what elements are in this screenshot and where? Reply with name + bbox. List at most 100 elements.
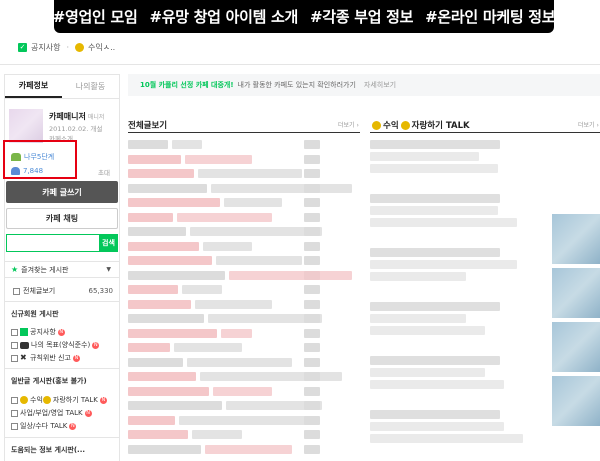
- blurred-text: [370, 164, 498, 173]
- post-row[interactable]: [128, 198, 320, 208]
- board-item-goal[interactable]: 나의 목표(양식준수) N: [11, 340, 100, 350]
- notice-more-link[interactable]: 자세히보기: [364, 80, 396, 90]
- post-row[interactable]: [128, 430, 320, 440]
- post-preview-line[interactable]: [370, 206, 498, 215]
- post-row[interactable]: [128, 401, 322, 411]
- blurred-title: [128, 372, 196, 381]
- manager-name[interactable]: 카페매니저 매니저: [49, 111, 104, 122]
- post-row[interactable]: [128, 241, 320, 252]
- post-row[interactable]: [128, 415, 320, 426]
- coin-icon: [20, 396, 28, 404]
- post-preview-line[interactable]: [370, 410, 500, 419]
- blurred-date: [304, 444, 320, 454]
- notice-bar[interactable]: 10월 카플리 선정 카페 대중개! 내가 활동한 카페도 있는지 확인하러가기…: [128, 74, 600, 96]
- post-row[interactable]: [128, 343, 320, 353]
- post-row[interactable]: [128, 285, 320, 295]
- divider: [5, 437, 119, 438]
- chevron-down-icon: ▼: [106, 266, 111, 273]
- post-thumbnail[interactable]: [552, 322, 600, 372]
- all-posts-link[interactable]: 전체글보기 65,330: [13, 286, 113, 296]
- blurred-title: [128, 169, 194, 178]
- blurred-text: [370, 260, 517, 269]
- cafe-since: 2011.02.02. 개설: [49, 125, 103, 133]
- cafe-chat-button[interactable]: 카페 채팅: [6, 208, 118, 229]
- search-button[interactable]: 검색: [99, 234, 118, 252]
- post-preview-line[interactable]: [370, 434, 523, 443]
- banner-tag[interactable]: #영업인 모임: [53, 6, 138, 27]
- post-preview-line[interactable]: [370, 422, 504, 431]
- board-icon: [11, 409, 18, 417]
- post-preview-line[interactable]: [370, 356, 500, 365]
- blurred-text: [370, 356, 500, 365]
- board-item-daily-talk[interactable]: 일상/수다 TALK N: [11, 421, 77, 431]
- all-posts-more[interactable]: 더보기 ›: [338, 120, 359, 129]
- post-row[interactable]: [128, 154, 320, 165]
- blurred-title: [211, 183, 352, 193]
- post-preview-line[interactable]: [370, 218, 517, 227]
- cafe-profile-image[interactable]: [9, 109, 43, 143]
- post-preview-line[interactable]: [370, 302, 500, 311]
- write-post-button[interactable]: 카페 글쓰기: [6, 181, 118, 203]
- post-row[interactable]: [128, 299, 320, 310]
- post-row[interactable]: [128, 328, 320, 339]
- post-preview-line[interactable]: [370, 248, 500, 257]
- all-posts-label: 전체글보기: [23, 287, 56, 295]
- post-preview-line[interactable]: [370, 152, 479, 161]
- post-preview-line[interactable]: [370, 140, 500, 149]
- post-preview-line[interactable]: [370, 380, 504, 389]
- blurred-title: [128, 430, 188, 439]
- all-posts-count: 65,330: [88, 287, 114, 295]
- post-thumbnail[interactable]: [552, 268, 600, 318]
- board-item-report[interactable]: ✖ 규칙위반 신고 N: [11, 353, 80, 363]
- post-preview-line[interactable]: [370, 272, 466, 281]
- board-item-profit-talk[interactable]: 수익 자랑하기 TALK N: [11, 395, 107, 405]
- favorite-boards-label: 즐겨찾는 게시판: [21, 265, 69, 274]
- banner-tag[interactable]: #유망 창업 아이템 소개: [149, 6, 298, 27]
- post-row[interactable]: [128, 183, 352, 194]
- post-preview-line[interactable]: [370, 164, 498, 173]
- post-row[interactable]: [128, 386, 320, 397]
- board-item-business-talk[interactable]: 사업/부업/영업 TALK N: [11, 408, 92, 418]
- blurred-title: [203, 241, 252, 251]
- blurred-title: [128, 415, 175, 425]
- post-row[interactable]: [128, 256, 320, 266]
- all-posts-title[interactable]: 전체글보기: [128, 119, 167, 131]
- post-row[interactable]: [128, 270, 352, 281]
- blurred-date: [304, 386, 320, 396]
- post-thumbnail[interactable]: [552, 376, 600, 426]
- search-input[interactable]: [6, 234, 99, 252]
- favorite-boards[interactable]: ★ 즐겨찾는 게시판 ▼: [5, 261, 119, 278]
- blurred-text: [370, 368, 485, 377]
- post-row[interactable]: [128, 444, 320, 455]
- blurred-title: [128, 386, 209, 396]
- quick-link-notice[interactable]: 공지사항: [31, 42, 60, 53]
- post-preview-line[interactable]: [370, 314, 466, 323]
- cafe-search: 검색: [6, 234, 118, 252]
- quick-link-profit[interactable]: 수익ㅅ..: [88, 42, 115, 53]
- post-row[interactable]: [128, 140, 320, 150]
- banner-tag[interactable]: #각종 부업 정보: [310, 6, 413, 27]
- blurred-title: [128, 140, 168, 149]
- post-preview-line[interactable]: [370, 326, 485, 335]
- post-row[interactable]: [128, 227, 322, 237]
- post-preview-line[interactable]: [370, 260, 517, 269]
- banner-tag[interactable]: #온라인 마케팅 정보: [425, 6, 555, 27]
- separator-dot: ·: [66, 43, 69, 52]
- post-preview-line[interactable]: [370, 368, 485, 377]
- post-preview-line[interactable]: [370, 194, 500, 203]
- profit-talk-title[interactable]: 수익 자랑하기 TALK: [372, 119, 470, 131]
- post-row[interactable]: [128, 169, 320, 179]
- tab-my-activity[interactable]: 나의활동: [62, 75, 119, 98]
- post-thumbnail[interactable]: [552, 214, 600, 264]
- blurred-title: [128, 299, 191, 309]
- blurred-title: [128, 256, 212, 265]
- post-row[interactable]: [128, 314, 322, 324]
- post-row[interactable]: [128, 372, 342, 382]
- post-row[interactable]: [128, 357, 320, 368]
- post-row[interactable]: [128, 212, 320, 223]
- profit-talk-more[interactable]: 더보기 ›: [578, 120, 599, 129]
- invite-link[interactable]: 초대: [98, 167, 110, 177]
- blurred-title: [128, 401, 222, 410]
- tab-cafe-info[interactable]: 카페정보: [5, 75, 62, 98]
- board-item-notice[interactable]: 공지사항 N: [11, 327, 65, 337]
